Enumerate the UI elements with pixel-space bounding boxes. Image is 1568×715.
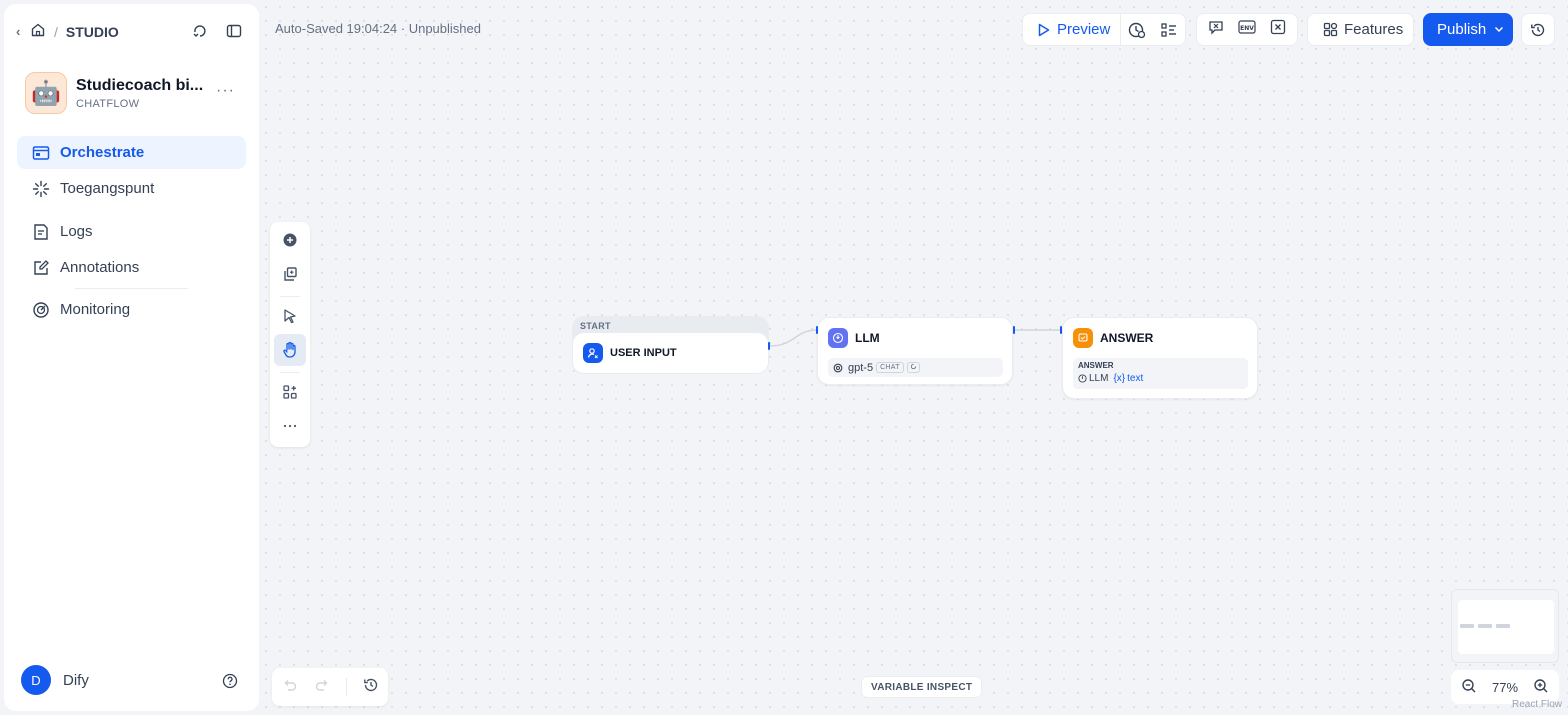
edges-layer [769, 329, 1062, 347]
answer-field-label: ANSWER [1078, 361, 1114, 370]
llm-node[interactable]: LLM gpt-5 CHAT [817, 317, 1013, 385]
minimap-node [1496, 624, 1510, 628]
answer-node[interactable]: ANSWER ANSWER LLM {x} text [1062, 317, 1258, 399]
start-group-label: START [580, 321, 611, 331]
model-selector[interactable]: gpt-5 CHAT [828, 358, 1003, 377]
node-title: LLM [855, 331, 880, 345]
edge-start-llm [769, 329, 818, 347]
react-flow-attribution[interactable]: React Flow [1512, 699, 1562, 710]
toolbar-divider [346, 678, 347, 696]
undo-icon[interactable] [282, 677, 298, 698]
zoom-in-icon[interactable] [1533, 678, 1549, 697]
answer-input-handle[interactable] [1060, 326, 1062, 334]
llm-output-handle[interactable] [1013, 326, 1015, 334]
openai-icon [833, 363, 843, 372]
zoom-out-icon[interactable] [1461, 678, 1477, 697]
redo-icon[interactable] [314, 677, 330, 698]
node-title: ANSWER [1100, 331, 1154, 345]
answer-icon [1073, 328, 1093, 348]
model-mode-badge: CHAT [876, 362, 904, 373]
minimap-node [1478, 624, 1492, 628]
answer-preview: ANSWER LLM {x} text [1073, 358, 1248, 389]
user-input-block[interactable]: USER INPUT [573, 333, 768, 373]
variable-inspect-button[interactable]: VARIABLE INSPECT [861, 676, 983, 698]
user-input-icon [583, 343, 603, 363]
minimap-viewport [1458, 600, 1554, 654]
llm-small-icon [1078, 374, 1087, 383]
start-output-handle[interactable] [768, 342, 770, 350]
model-settings-icon [906, 362, 920, 373]
ref-node-name: LLM [1089, 373, 1109, 384]
start-node[interactable]: START USER INPUT [572, 316, 769, 374]
history-icon[interactable] [363, 677, 379, 698]
variable-reference: LLM {x} text [1078, 373, 1243, 384]
llm-input-handle[interactable] [816, 326, 818, 334]
zoom-level[interactable]: 77% [1492, 680, 1518, 695]
variable-icon: {x} [1113, 373, 1126, 384]
minimap-node [1460, 624, 1474, 628]
model-name: gpt-5 [848, 361, 874, 374]
minimap[interactable] [1451, 589, 1559, 663]
llm-icon [828, 328, 848, 348]
history-controls [272, 668, 388, 706]
node-title: USER INPUT [610, 347, 677, 359]
ref-variable-name: text [1127, 373, 1144, 384]
